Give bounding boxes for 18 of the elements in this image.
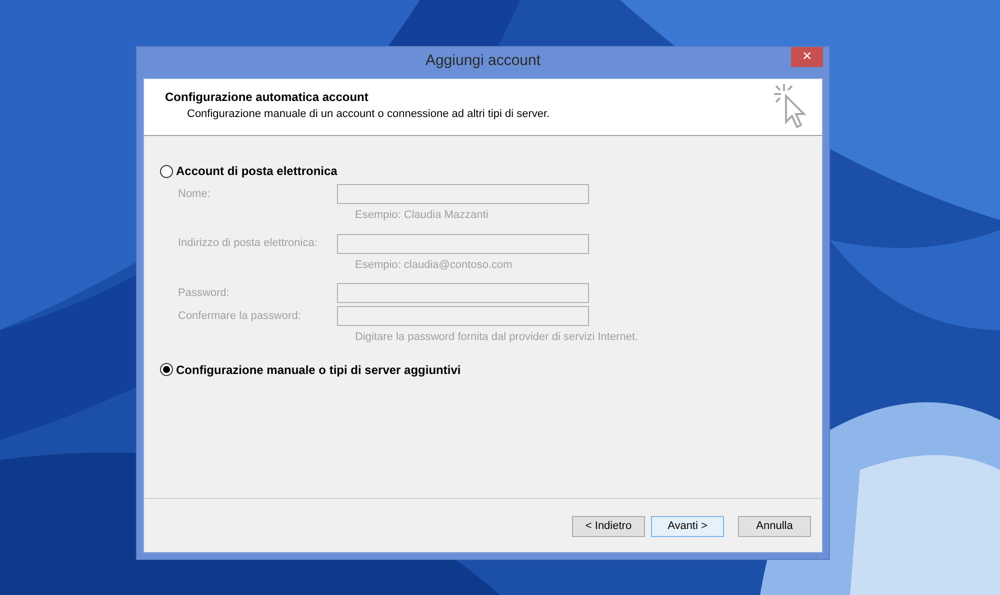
header-title: Configurazione automatica account [165, 89, 370, 106]
radio-button[interactable] [160, 363, 173, 376]
dialog-button[interactable]: Annulla [738, 516, 811, 537]
field-label: Confermare la password: [178, 308, 302, 324]
radio-option[interactable]: Configurazione manuale o tipi di server aggiuntivi [160, 360, 822, 378]
field-label: Password: [178, 286, 230, 301]
field-hint: Esempio: Claudia Mazzanti [354, 208, 490, 223]
radio-button[interactable] [160, 164, 173, 178]
radio-option[interactable]: Account di posta elettronica [160, 162, 822, 180]
field-label: Indirizzo di posta elettronica: [178, 236, 318, 252]
dialog-button[interactable]: < Indietro [572, 516, 645, 537]
field-hint: Digitare la password fornita dal provider di servizi Internet. [354, 330, 640, 345]
window-title: Aggiungi account [425, 50, 541, 71]
dialog-button[interactable]: Avanti > [651, 516, 724, 537]
field-hint: Esempio: claudia@contoso.com [354, 258, 514, 272]
field-label: Nome: [178, 186, 212, 202]
header-subtitle: Configurazione manuale di un account o connessione ad altri tipi di server. [186, 107, 550, 122]
close-button[interactable]: × [791, 47, 823, 67]
